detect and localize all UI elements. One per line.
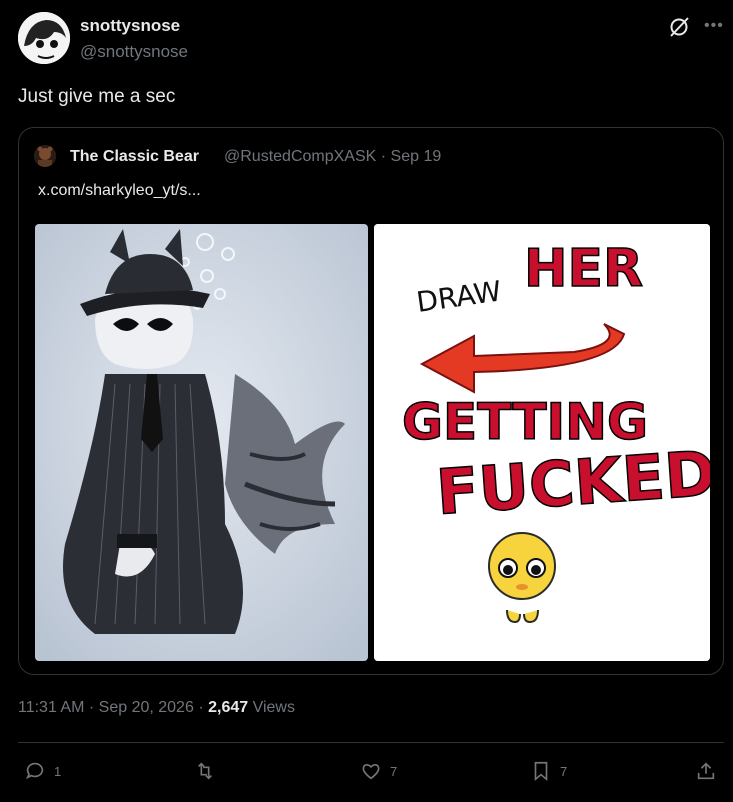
post-time[interactable]: 11:31 AM bbox=[18, 699, 84, 716]
views-count: 2,647 bbox=[208, 699, 249, 716]
shark-character-illustration[interactable] bbox=[35, 224, 368, 661]
post-text: Just give me a sec bbox=[18, 86, 176, 107]
more-icon[interactable]: ••• bbox=[704, 16, 724, 36]
share-icon bbox=[697, 762, 715, 780]
quoted-handle[interactable]: @RustedCompXASK bbox=[224, 148, 376, 165]
quoted-post[interactable]: The Classic Bear @RustedCompXASK · Sep 1… bbox=[18, 127, 724, 675]
like-button[interactable]: 7 bbox=[360, 760, 397, 782]
post-timestamp: 11:31 AM · Sep 20, 2026 · 2,647 Views bbox=[18, 699, 295, 717]
author-avatar[interactable] bbox=[18, 12, 70, 64]
quoted-link[interactable]: x.com/sharkyleo_yt/s... bbox=[38, 182, 201, 200]
author-handle[interactable]: @snottysnose bbox=[80, 42, 188, 62]
divider bbox=[18, 742, 724, 743]
reply-icon bbox=[26, 762, 44, 780]
quoted-meta: @RustedCompXASK · Sep 19 bbox=[224, 148, 441, 166]
reply-count: 1 bbox=[54, 763, 62, 779]
bookmark-count: 7 bbox=[560, 763, 568, 779]
repost-button[interactable] bbox=[194, 760, 224, 782]
like-icon bbox=[362, 763, 380, 780]
post-date[interactable]: Sep 20, 2026 bbox=[99, 699, 194, 716]
repost-icon bbox=[197, 762, 213, 780]
quoted-date[interactable]: Sep 19 bbox=[391, 148, 442, 165]
bookmark-button[interactable]: 7 bbox=[530, 760, 567, 782]
meme-image[interactable]: DRAW HER GETTING FUCKED bbox=[374, 224, 710, 661]
views-label: Views bbox=[252, 699, 295, 716]
quoted-separator: · bbox=[380, 148, 387, 165]
grok-icon[interactable] bbox=[668, 16, 690, 38]
stamp-sep-1: · bbox=[88, 699, 95, 716]
like-count: 7 bbox=[390, 763, 398, 779]
quoted-author-avatar[interactable] bbox=[34, 145, 56, 167]
quoted-display-name[interactable]: The Classic Bear bbox=[70, 148, 199, 166]
share-button[interactable] bbox=[695, 760, 717, 782]
author-display-name[interactable]: snottysnose bbox=[80, 16, 180, 36]
bookmark-icon bbox=[534, 761, 548, 782]
stamp-sep-2: · bbox=[198, 699, 204, 716]
meme-line2: GETTING bbox=[402, 393, 648, 451]
reply-button[interactable]: 1 bbox=[24, 760, 61, 782]
meme-line1-big: HER bbox=[524, 239, 643, 299]
